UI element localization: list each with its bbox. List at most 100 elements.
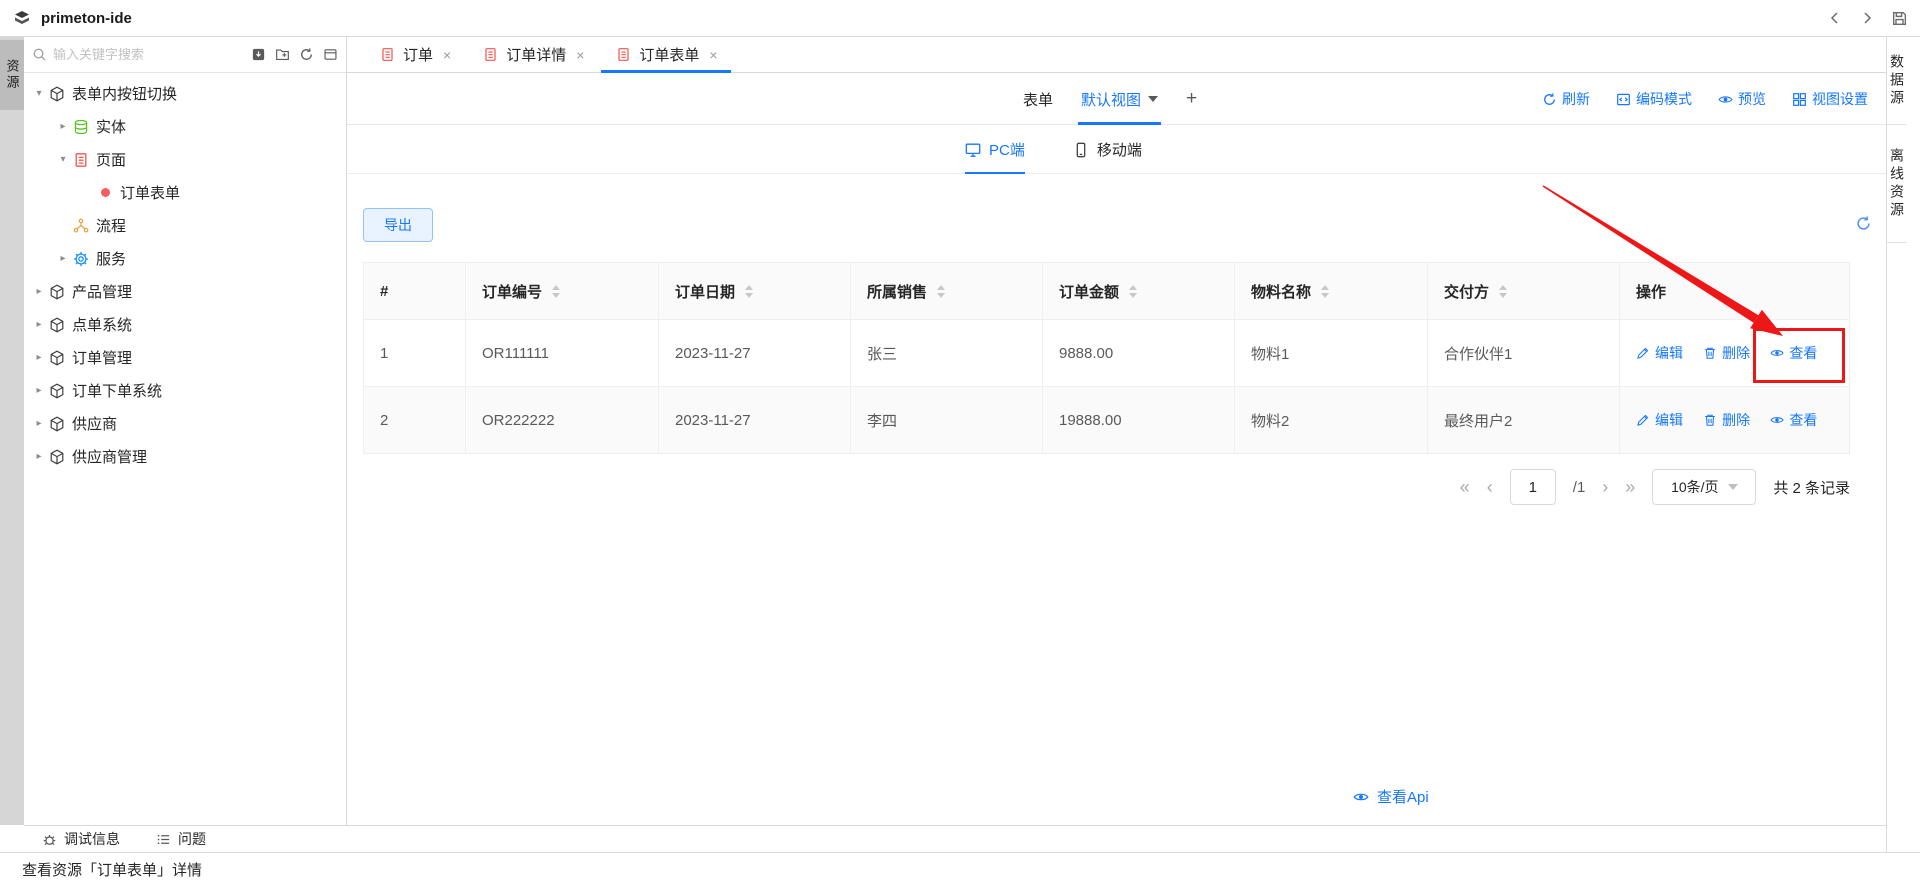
tab-mobile[interactable]: 移动端 [1073,125,1142,174]
save-icon[interactable] [1891,10,1908,27]
col-sales[interactable]: 所属销售 [851,263,1043,320]
close-icon[interactable]: × [709,47,717,63]
nav-forward-icon[interactable] [1859,10,1875,26]
gear-icon [72,250,90,268]
cell-delivery: 最终用户2 [1428,387,1620,454]
sidebar-tab-offline-resources[interactable]: 离线资源 [1887,125,1907,243]
form-tab[interactable]: 表单 [1023,73,1053,125]
cube-icon [48,316,66,334]
page-icon [72,151,90,169]
tree-item-product-mgmt[interactable]: ▸ 产品管理 [24,275,346,308]
col-order-date[interactable]: 订单日期 [659,263,851,320]
close-icon[interactable]: × [443,47,451,63]
edit-link[interactable]: 编辑 [1636,343,1683,363]
code-mode-button[interactable]: 编码模式 [1616,89,1692,109]
list-icon [156,832,171,847]
tab-order-form[interactable]: 订单表单 × [599,37,732,72]
tree-item-order-mgmt[interactable]: ▸ 订单管理 [24,341,346,374]
col-delivery[interactable]: 交付方 [1428,263,1620,320]
default-view-selector[interactable]: 默认视图 [1081,73,1158,125]
sidebar-tab-datasource[interactable]: 数据源 [1887,37,1907,125]
expand-arrow-icon[interactable]: ▸ [56,253,70,264]
debug-info-button[interactable]: 调试信息 [42,829,120,849]
eye-icon [1770,413,1784,427]
view-api-link[interactable]: 查看Api [1353,786,1429,807]
cube-icon [48,415,66,433]
last-page-icon[interactable]: » [1625,478,1635,496]
page-size-select[interactable]: 10条/页 [1652,469,1756,505]
refresh-tree-icon[interactable] [299,47,314,62]
table-header-row: # 订单编号 订单日期 所属销售 订单金额 物料名称 交付方 操作 [364,263,1850,320]
expand-arrow-icon[interactable]: ▸ [56,121,70,132]
expand-arrow-icon[interactable]: ▸ [32,451,46,462]
eye-icon [1353,789,1369,805]
title-bar: primeton-ide [0,0,1920,37]
tree-item-entity[interactable]: ▸ 实体 [24,110,346,143]
view-link[interactable]: 查看 [1770,410,1817,430]
tree-item-form-button-switch[interactable]: ▾ 表单内按钮切换 [24,77,346,110]
expand-arrow-icon[interactable]: ▸ [32,418,46,429]
expand-arrow-icon[interactable]: ▸ [32,286,46,297]
collapse-arrow-icon[interactable]: ▾ [56,154,70,165]
cube-icon [48,448,66,466]
refresh-label: 刷新 [1562,89,1590,109]
sort-icon[interactable] [1499,285,1507,298]
tree-item-flow[interactable]: 流程 [24,209,346,242]
tree-item-page[interactable]: ▾ 页面 [24,143,346,176]
app-logo-icon [12,8,32,28]
next-page-icon[interactable]: › [1602,478,1608,496]
tab-label: 订单详情 [506,44,566,65]
view-link[interactable]: 查看 [1770,343,1817,363]
add-view-button[interactable]: + [1186,73,1197,125]
expand-arrow-icon[interactable]: ▸ [32,385,46,396]
view-settings-label: 视图设置 [1812,89,1868,109]
view-settings-button[interactable]: 视图设置 [1792,89,1868,109]
form-view-content: 导出 # 订单编号 订单日期 所属销售 订单金额 物料名称 交付方 操作 [347,174,1886,825]
preview-button[interactable]: 预览 [1718,89,1766,109]
tree-item-supplier-mgmt[interactable]: ▸ 供应商管理 [24,440,346,473]
tab-order-detail[interactable]: 订单详情 × [466,37,599,72]
col-index: # [364,263,466,320]
collapse-panel-icon[interactable] [323,47,338,62]
prev-page-icon[interactable]: ‹ [1487,478,1493,496]
col-order-no[interactable]: 订单编号 [466,263,659,320]
sidebar-tab-resources[interactable]: 资源 [0,40,24,110]
edit-link[interactable]: 编辑 [1636,410,1683,430]
tab-pc[interactable]: PC端 [965,125,1025,174]
tree-item-service[interactable]: ▸ 服务 [24,242,346,275]
sort-icon[interactable] [1321,285,1329,298]
first-page-icon[interactable]: « [1460,478,1470,496]
nav-back-icon[interactable] [1827,10,1843,26]
sort-icon[interactable] [552,285,560,298]
delete-link[interactable]: 删除 [1703,343,1750,363]
tree-item-label: 流程 [96,215,126,236]
cell-delivery: 合作伙伴1 [1428,320,1620,387]
new-folder-icon[interactable] [275,47,290,62]
tree-item-order-form[interactable]: 订单表单 [24,176,346,209]
sort-icon[interactable] [1129,285,1137,298]
current-page-input[interactable]: 1 [1510,469,1556,505]
search-input[interactable] [53,47,245,62]
tree-item-ordering-system[interactable]: ▸ 点单系统 [24,308,346,341]
expand-arrow-icon[interactable]: ▸ [32,352,46,363]
col-actions: 操作 [1620,263,1850,320]
expand-arrow-icon[interactable]: ▸ [32,319,46,330]
problems-button[interactable]: 问题 [156,829,206,849]
export-button[interactable]: 导出 [363,208,433,242]
sort-icon[interactable] [937,285,945,298]
import-resource-icon[interactable] [251,47,266,62]
col-amount[interactable]: 订单金额 [1043,263,1235,320]
collapse-arrow-icon[interactable]: ▾ [32,88,46,99]
tree-item-order-placing-system[interactable]: ▸ 订单下单系统 [24,374,346,407]
delete-link[interactable]: 删除 [1703,410,1750,430]
col-material[interactable]: 物料名称 [1235,263,1428,320]
tree-item-supplier[interactable]: ▸ 供应商 [24,407,346,440]
refresh-button[interactable]: 刷新 [1542,89,1590,109]
database-icon [72,118,90,136]
close-icon[interactable]: × [576,47,584,63]
debug-info-label: 调试信息 [64,829,120,849]
sort-icon[interactable] [745,285,753,298]
table-refresh-icon[interactable] [1855,215,1872,232]
cell-sales: 张三 [851,320,1043,387]
tab-order[interactable]: 订单 × [363,37,466,72]
